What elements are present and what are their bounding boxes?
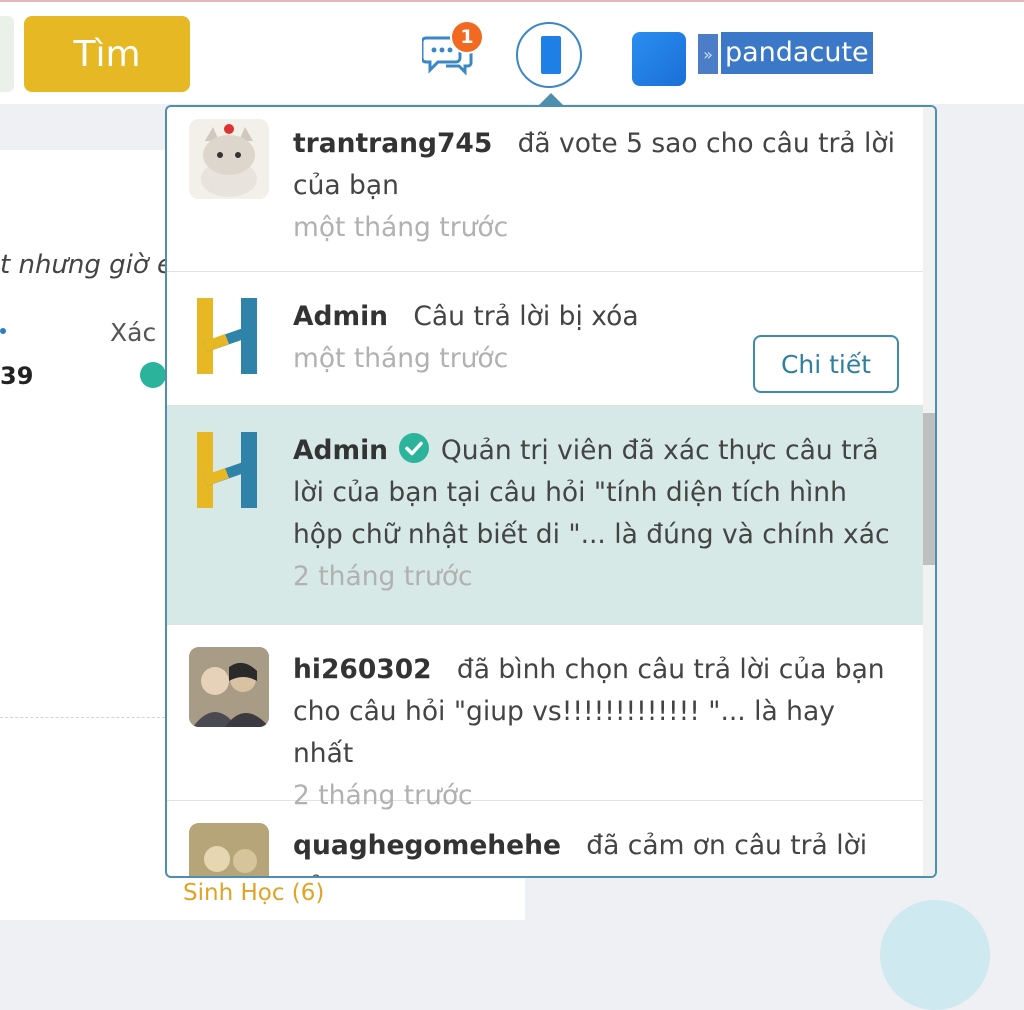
notification-dropdown: trantrang745 đã vote 5 sao cho câu trả l… — [165, 105, 937, 878]
hoc24-logo-icon — [189, 296, 269, 376]
scrollbar-thumb[interactable] — [923, 413, 935, 565]
notification-user[interactable]: trantrang745 — [293, 128, 492, 159]
subject-link-sinh-hoc[interactable]: Sinh Học (6) — [183, 880, 324, 906]
notification-user[interactable]: Admin — [293, 435, 388, 466]
notification-list: trantrang745 đã vote 5 sao cho câu trả l… — [167, 107, 925, 876]
top-navigation-bar: Tìm 1 » pandacute — [0, 0, 1024, 104]
username-label[interactable]: pandacute — [721, 32, 873, 74]
user-photo-avatar-icon — [189, 647, 269, 727]
search-input[interactable] — [0, 16, 14, 92]
notification-item[interactable]: trantrang745 đã vote 5 sao cho câu trả l… — [167, 107, 925, 272]
notification-time: một tháng trước — [293, 343, 509, 374]
hoc24-logo-icon — [189, 430, 269, 510]
notification-item[interactable]: quaghegomehehe đã cảm ơn câu trả lời của — [167, 801, 925, 876]
background-dot — [0, 328, 6, 334]
detail-button[interactable]: Chi tiết — [753, 335, 899, 393]
notification-user[interactable]: quaghegomehehe — [293, 830, 561, 861]
user-photo-avatar-icon — [189, 823, 269, 876]
search-button[interactable]: Tìm — [24, 16, 190, 92]
notification-time: một tháng trước — [293, 212, 509, 243]
background-number: 39 — [0, 362, 34, 390]
notification-item[interactable]: Admin Quản trị viên đã xác thực câu trả … — [167, 406, 925, 625]
notification-item[interactable]: Admin Câu trả lời bị xóa một tháng trước… — [167, 272, 925, 406]
notification-user[interactable]: Admin — [293, 301, 388, 332]
user-avatar[interactable] — [632, 32, 686, 86]
chevron-down-icon[interactable]: » — [698, 34, 718, 74]
cat-avatar-icon — [189, 119, 269, 199]
background-verified-icon — [140, 362, 166, 388]
notification-time: 2 tháng trước — [293, 561, 473, 592]
dropdown-pointer — [539, 93, 563, 105]
notification-item[interactable]: hi260302 đã bình chọn câu trả lời của bạ… — [167, 625, 925, 811]
bell-icon — [541, 36, 561, 74]
notification-user[interactable]: hi260302 — [293, 654, 432, 685]
notification-bell-button[interactable] — [516, 22, 582, 88]
background-question-text: t nhưng giờ e — [0, 250, 174, 280]
divider — [0, 717, 170, 718]
background-label-xac: Xác — [110, 318, 157, 347]
floating-circle-button[interactable] — [880, 900, 990, 1010]
message-count-badge: 1 — [450, 20, 484, 54]
notification-text: Câu trả lời bị xóa — [413, 301, 639, 332]
verified-check-icon — [399, 433, 430, 463]
